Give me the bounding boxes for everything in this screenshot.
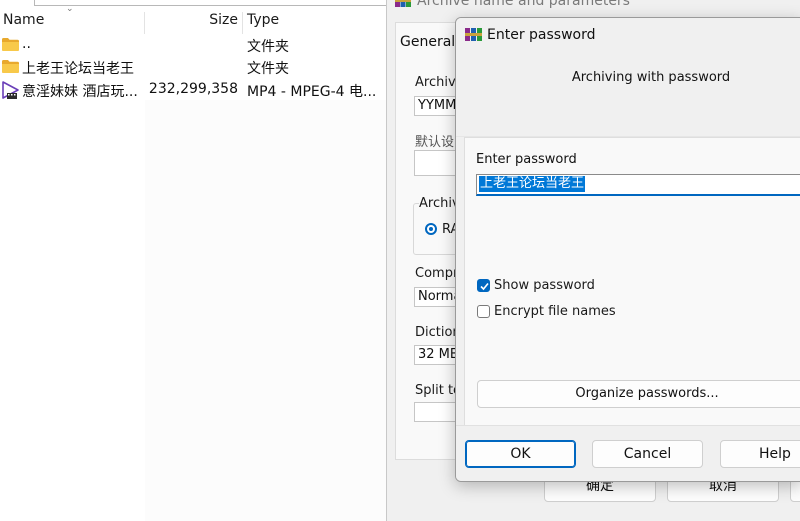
size-column-shade	[145, 100, 386, 521]
file-size: 232,299,358	[148, 81, 238, 97]
show-password-label: Show password	[494, 278, 595, 293]
show-password-checkbox[interactable]	[477, 279, 490, 292]
rar-format-radio[interactable]	[425, 223, 437, 235]
dialog-title: Enter password	[487, 27, 596, 43]
encrypt-file-names-checkbox[interactable]	[477, 305, 490, 318]
archive-format-label: Archiv	[419, 196, 460, 211]
checkmark-icon	[480, 282, 489, 291]
encrypt-file-names-label: Encrypt file names	[494, 304, 616, 319]
file-row-folder[interactable]: 上老王论坛当老王 文件夹	[0, 56, 386, 78]
video-file-icon	[2, 81, 19, 99]
column-header-size[interactable]: Size	[146, 12, 238, 32]
organize-passwords-button[interactable]: Organize passwords...	[477, 380, 800, 408]
cancel-button[interactable]: Cancel	[592, 440, 703, 468]
ok-button[interactable]: OK	[465, 440, 576, 468]
file-type: 文件夹	[247, 61, 289, 77]
file-name: ..	[22, 36, 31, 52]
dialog-subtitle: Archiving with password	[571, 70, 731, 85]
help-button[interactable]: Help	[720, 440, 800, 468]
column-header-type[interactable]: Type	[247, 12, 279, 32]
sort-descending-icon: ⌄	[66, 4, 74, 14]
file-type: MP4 - MPEG-4 电...	[247, 84, 377, 100]
column-divider[interactable]	[242, 12, 243, 34]
enter-password-dialog: Enter password Archiving with password E…	[455, 17, 800, 482]
winrar-icon	[465, 28, 482, 41]
file-name: 上老王论坛当老王	[22, 61, 134, 77]
folder-icon	[2, 38, 19, 51]
file-list-pane: ⌄ Name Size Type .. 文件夹 上老王论坛当老王 文件夹 意淫妹…	[0, 0, 388, 521]
dialog-title: Archive name and parameters	[417, 0, 630, 9]
address-bar[interactable]	[34, 0, 388, 6]
folder-icon	[2, 60, 19, 73]
tab-general[interactable]: General	[400, 34, 460, 56]
column-divider[interactable]	[144, 12, 145, 34]
password-value: 上老王论坛当老王	[479, 176, 586, 192]
winrar-icon	[395, 0, 411, 7]
password-input[interactable]: 上老王论坛当老王	[476, 174, 800, 196]
password-label: Enter password	[476, 152, 577, 167]
column-header-name[interactable]: Name	[3, 12, 44, 32]
file-type: 文件夹	[247, 39, 289, 55]
file-row-video[interactable]: 意淫妹妹 酒店玩... 232,299,358 MP4 - MPEG-4 电..…	[0, 79, 386, 101]
default-profile-label: 默认设	[415, 135, 455, 150]
file-name: 意淫妹妹 酒店玩...	[22, 84, 138, 100]
file-row-parent[interactable]: .. 文件夹	[0, 34, 386, 56]
